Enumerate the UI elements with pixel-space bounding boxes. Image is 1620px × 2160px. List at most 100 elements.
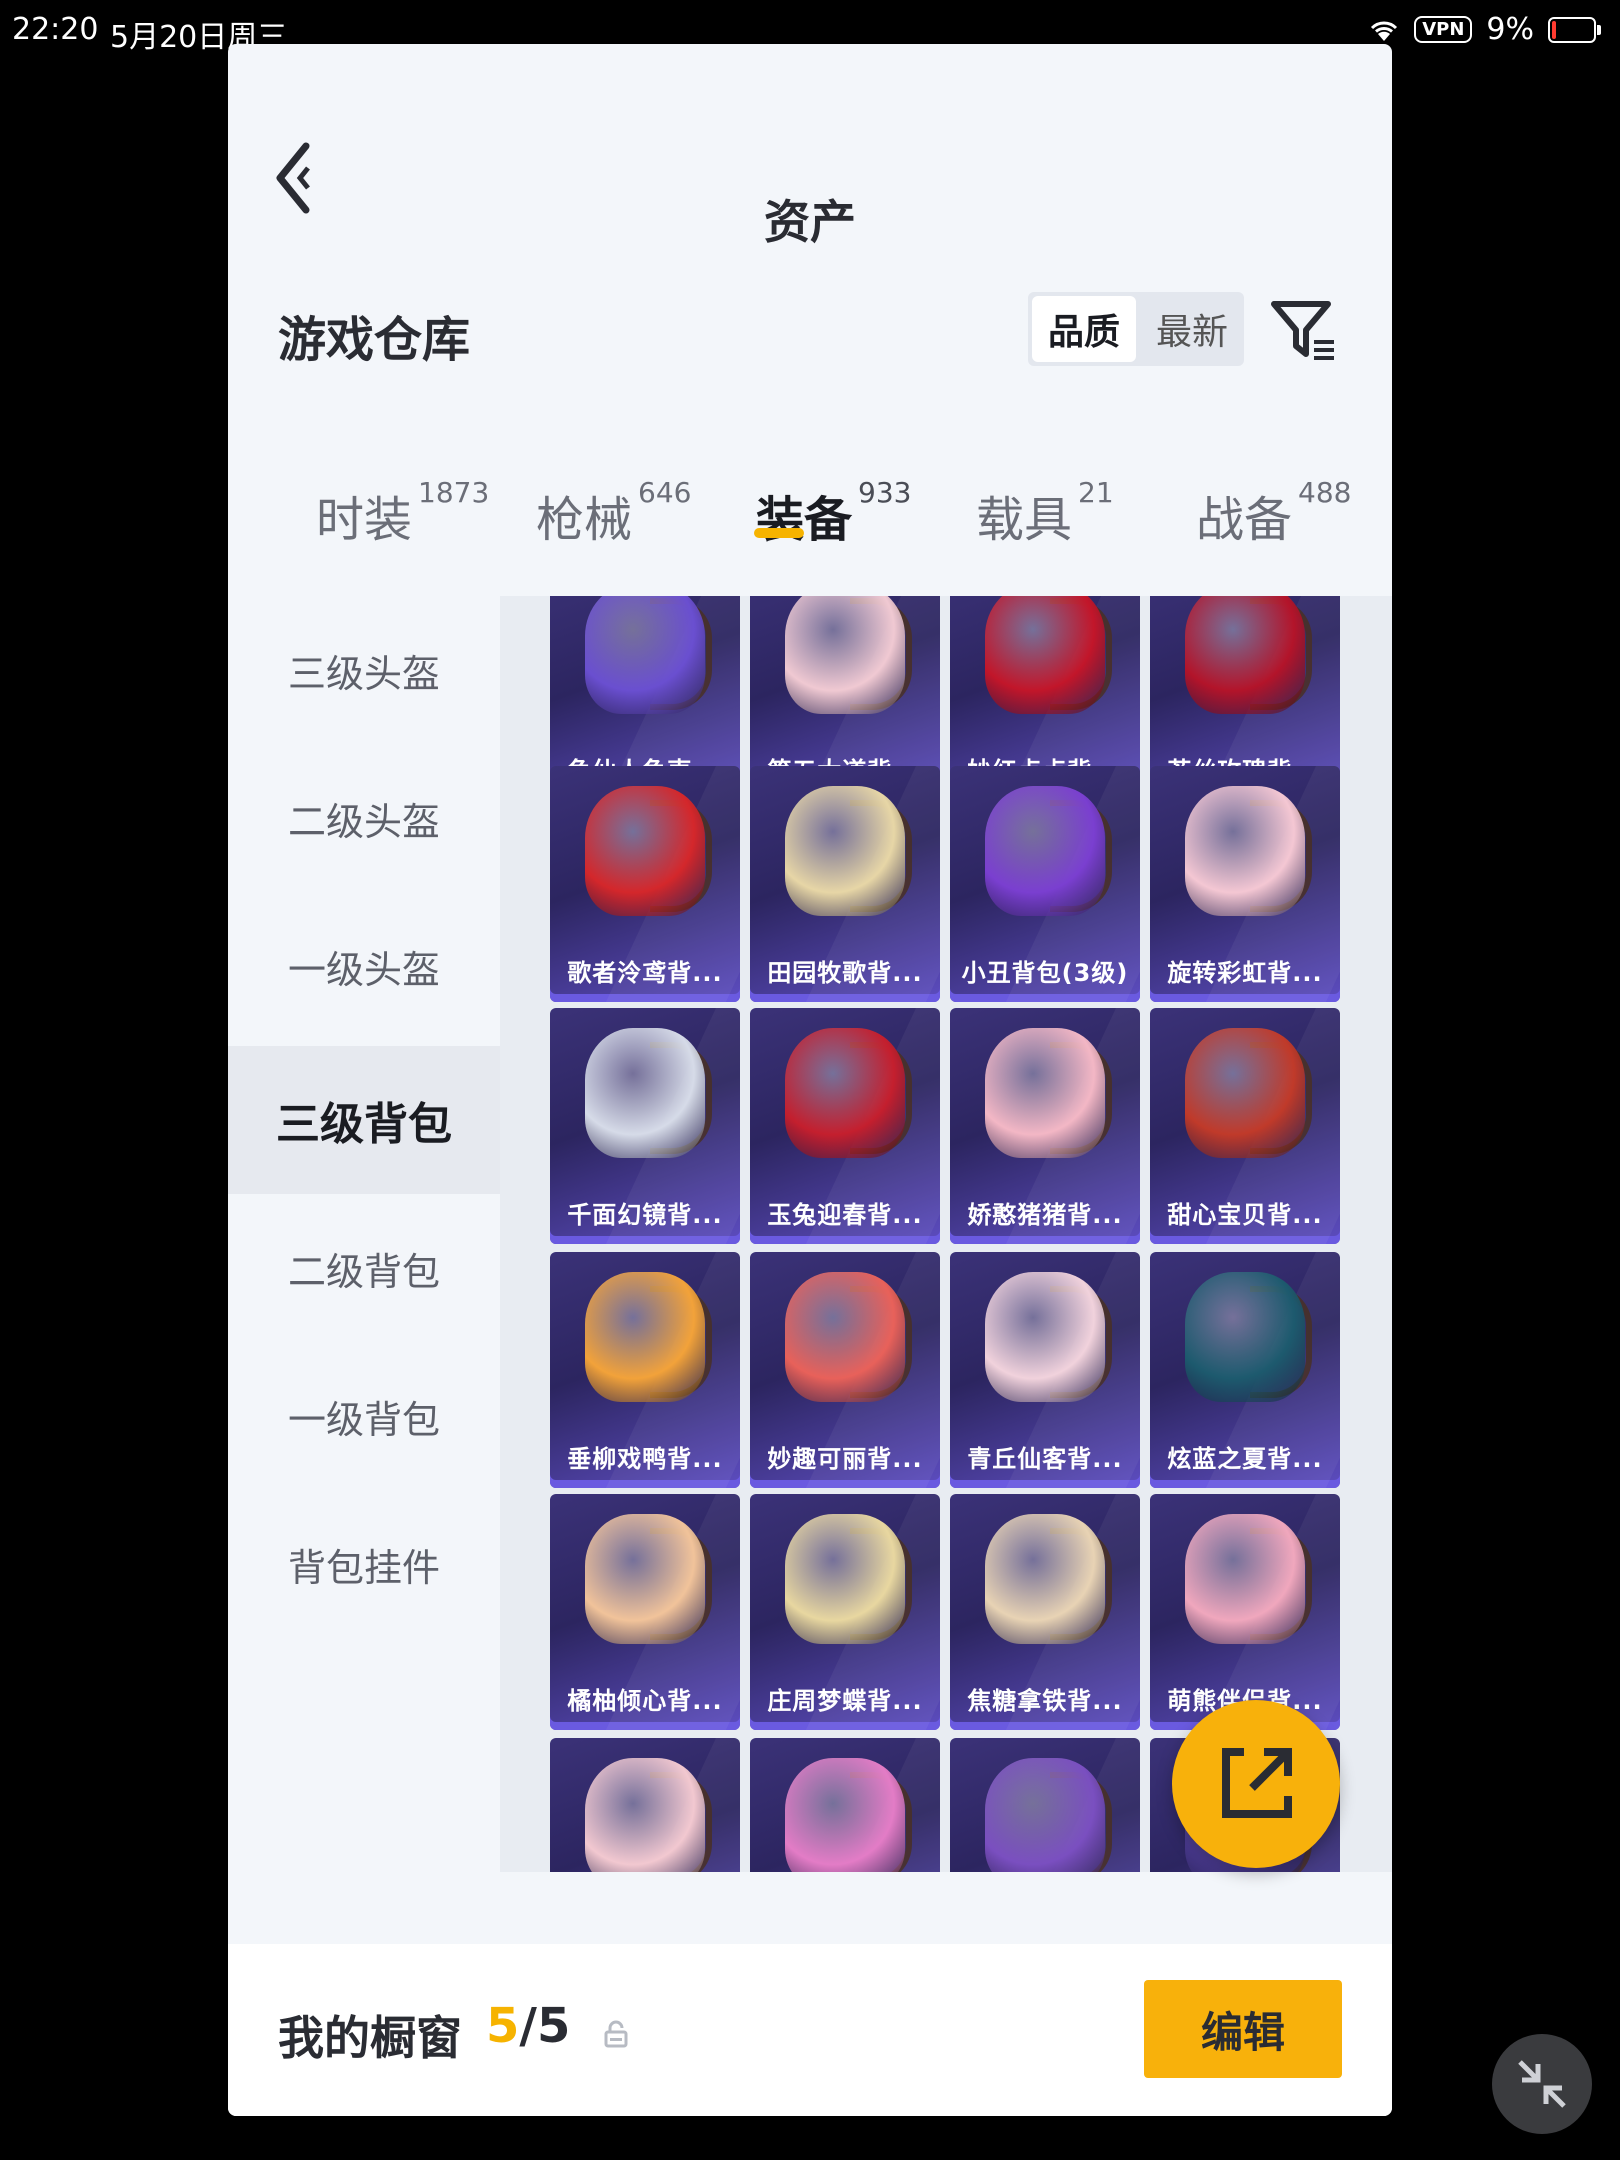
item-label: 妙趣可丽背... [767, 1445, 923, 1473]
backpack-image [1185, 786, 1305, 916]
item-card[interactable]: 娇憨猪猪背... [950, 1008, 1140, 1244]
sidebar-item-backpack-3[interactable]: 三级背包 [228, 1046, 500, 1194]
item-label: 歌者泠鸢背... [567, 959, 723, 987]
item-card[interactable]: 旋转彩虹背... [1150, 766, 1340, 1002]
backpack-image [785, 1758, 905, 1872]
item-label: 千面幻镜背... [567, 1201, 723, 1229]
backpack-image [585, 1758, 705, 1872]
sort-toggle: 品质 最新 [1028, 292, 1244, 366]
tab-count: 933 [858, 476, 912, 509]
item-card[interactable]: 萌熊伴侣背... [1150, 1494, 1340, 1730]
backpack-image [785, 1028, 905, 1158]
item-label: 庄周梦蝶背... [767, 1687, 923, 1715]
item-grid: 龟仙人龟壳...第五大道背...妙红点点背...苔丝玫瑰背...歌者泠鸢背...… [500, 596, 1392, 1872]
vpn-badge: VPN [1414, 16, 1473, 43]
minimize-window-button[interactable] [1492, 2034, 1592, 2134]
backpack-image [985, 1028, 1105, 1158]
sidebar-item-helmet-1[interactable]: 一级头盔 [228, 892, 500, 1040]
tab-count: 488 [1298, 476, 1352, 509]
item-label: 橘柚倾心背... [567, 1687, 723, 1715]
item-label: 甜心宝贝背... [1167, 1201, 1323, 1229]
page-title: 资产 [764, 195, 856, 249]
item-card[interactable]: 歌者泠鸢背... [550, 766, 740, 1002]
tab-label: 装备 [756, 492, 853, 548]
item-label: 垂柳戏鸭背... [567, 1445, 723, 1473]
item-card[interactable] [750, 1738, 940, 1872]
backpack-image [585, 786, 705, 916]
item-card[interactable] [550, 1738, 740, 1872]
item-card[interactable]: 庄周梦蝶背... [750, 1494, 940, 1730]
tab-label: 载具 [976, 492, 1073, 548]
backpack-image [985, 1272, 1105, 1402]
item-card[interactable]: 焦糖拿铁背... [950, 1494, 1140, 1730]
status-time: 22:20 [12, 12, 99, 47]
item-card[interactable]: 千面幻镜背... [550, 1008, 740, 1244]
battery-percent: 9% [1486, 12, 1534, 47]
item-label: 娇憨猪猪背... [967, 1201, 1123, 1229]
showcase-title: 我的橱窗 [278, 2011, 462, 2065]
backpack-image [585, 1028, 705, 1158]
sort-newest[interactable]: 最新 [1140, 292, 1244, 366]
sidebar-item-helmet-3[interactable]: 三级头盔 [228, 596, 500, 744]
tab-fashion[interactable]: 时装 1873 [316, 476, 489, 550]
backpack-image [1185, 1028, 1305, 1158]
backpack-image [985, 1514, 1105, 1644]
sidebar-item-backpack-2[interactable]: 二级背包 [228, 1194, 500, 1342]
tab-firearms[interactable]: 枪械 646 [536, 476, 691, 550]
status-right: VPN 9% [1368, 12, 1601, 47]
item-card[interactable]: 田园牧歌背... [750, 766, 940, 1002]
item-label: 田园牧歌背... [767, 959, 923, 987]
backpack-image [785, 786, 905, 916]
item-label: 玉兔迎春背... [767, 1201, 923, 1229]
tab-count: 646 [638, 476, 692, 509]
tab-vehicles[interactable]: 载具 21 [976, 476, 1114, 550]
item-card[interactable]: 炫蓝之夏背... [1150, 1252, 1340, 1488]
item-label: 小丑背包(3级) [961, 959, 1129, 987]
showcase-total: 5 [536, 1998, 571, 2054]
showcase-current: 5 [486, 1998, 520, 2054]
warehouse-title: 游戏仓库 [278, 312, 471, 368]
tab-combat-gear[interactable]: 战备 488 [1196, 476, 1351, 550]
sidebar: 三级头盔 二级头盔 一级头盔 三级背包 二级背包 一级背包 背包挂件 [228, 596, 500, 1872]
item-card[interactable]: 妙趣可丽背... [750, 1252, 940, 1488]
active-tab-indicator [754, 528, 804, 538]
item-card[interactable]: 青丘仙客背... [950, 1252, 1140, 1488]
tab-count: 1873 [418, 476, 490, 509]
sidebar-item-helmet-2[interactable]: 二级头盔 [228, 744, 500, 892]
item-card[interactable]: 垂柳戏鸭背... [550, 1252, 740, 1488]
backpack-image [785, 596, 905, 714]
item-label: 青丘仙客背... [967, 1445, 1123, 1473]
tab-count: 21 [1078, 476, 1114, 509]
edit-button[interactable]: 编辑 [1144, 1980, 1342, 2078]
backpack-image [985, 596, 1105, 714]
lock-icon [604, 2020, 628, 2048]
tab-label: 枪械 [536, 492, 633, 548]
backpack-image [1185, 1514, 1305, 1644]
backpack-image [785, 1514, 905, 1644]
battery-icon [1548, 16, 1601, 43]
backpack-image [585, 1272, 705, 1402]
item-label: 旋转彩虹背... [1167, 959, 1323, 987]
sidebar-item-backpack-1[interactable]: 一级背包 [228, 1342, 500, 1490]
item-card[interactable]: 小丑背包(3级) [950, 766, 1140, 1002]
share-button[interactable] [1172, 1700, 1340, 1868]
item-card[interactable]: 甜心宝贝背... [1150, 1008, 1340, 1244]
backpack-image [785, 1272, 905, 1402]
backpack-image [585, 1514, 705, 1644]
backpack-image [1185, 596, 1305, 714]
wifi-icon [1371, 21, 1398, 41]
item-card[interactable]: 橘柚倾心背... [550, 1494, 740, 1730]
sidebar-item-backpack-charm[interactable]: 背包挂件 [228, 1490, 500, 1638]
item-card[interactable] [950, 1738, 1140, 1872]
sort-quality[interactable]: 品质 [1032, 296, 1136, 362]
item-card[interactable]: 玉兔迎春背... [750, 1008, 940, 1244]
tab-label: 时装 [316, 492, 413, 548]
item-label: 炫蓝之夏背... [1167, 1445, 1323, 1473]
item-label: 焦糖拿铁背... [967, 1687, 1123, 1715]
showcase-separator: / [519, 1998, 537, 2054]
filter-icon[interactable] [1268, 294, 1338, 364]
collapse-arrows-icon [1518, 2060, 1566, 2108]
showcase-bar: 我的橱窗 5/5 编辑 [228, 1944, 1392, 2116]
tab-equipment[interactable]: 装备 933 [756, 476, 911, 550]
tab-label: 战备 [1196, 492, 1293, 548]
